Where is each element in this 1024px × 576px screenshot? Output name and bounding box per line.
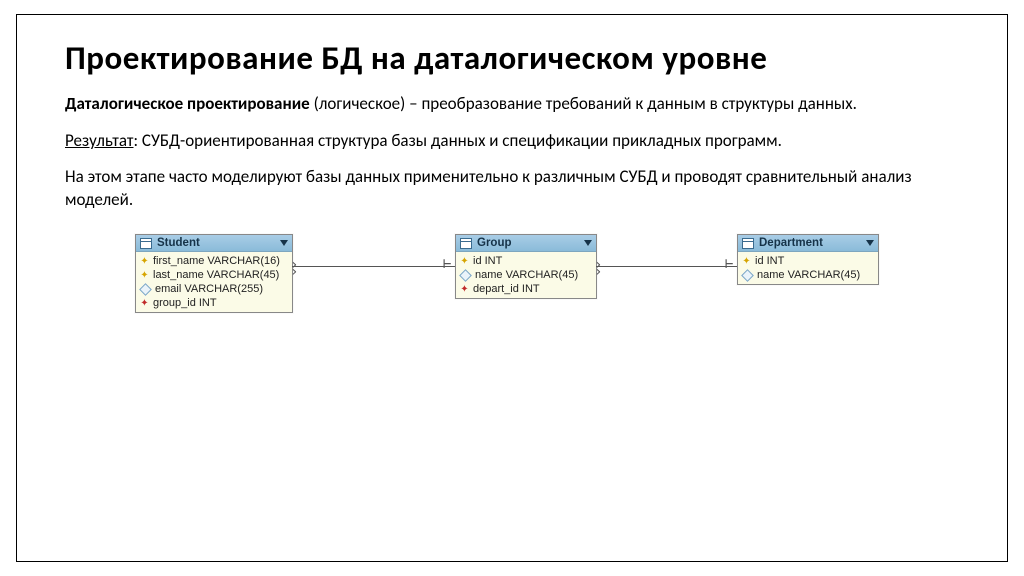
crowfoot-icon: › <box>594 264 602 280</box>
entity-columns: ✦id INT name VARCHAR(45) <box>738 252 878 284</box>
page-title: Проектирование БД на даталогическом уров… <box>65 39 959 79</box>
paragraph-result: Результат: СУБД-ориентированная структур… <box>65 130 959 153</box>
field-icon <box>741 269 754 282</box>
entity-header: Group <box>456 235 596 252</box>
entity-name: Student <box>157 237 200 249</box>
body-text: Даталогическое проектирование (логическо… <box>65 93 959 213</box>
entity-columns: ✦first_name VARCHAR(16) ✦last_name VARCH… <box>136 252 292 312</box>
paragraph-note: На этом этапе часто моделируют базы данн… <box>65 166 959 212</box>
table-icon <box>140 238 152 249</box>
column-row: ✦group_id INT <box>136 296 292 310</box>
relation-line <box>292 266 455 267</box>
key-icon: ✦ <box>140 257 149 266</box>
column-row: ✦id INT <box>456 254 596 268</box>
entity-student: Student ✦first_name VARCHAR(16) ✦last_na… <box>135 234 293 313</box>
fk-icon: ✦ <box>460 285 469 294</box>
table-icon <box>742 238 754 249</box>
term-bold: Даталогическое проектирование <box>65 93 310 114</box>
one-icon: ⊢ <box>725 256 733 272</box>
slide-frame: Проектирование БД на даталогическом уров… <box>16 14 1008 562</box>
crowfoot-icon: › <box>290 264 298 280</box>
key-icon: ✦ <box>140 271 149 280</box>
relation-line <box>596 266 737 267</box>
column-row: ✦id INT <box>738 254 878 268</box>
chevron-down-icon <box>866 240 874 246</box>
entity-group: Group ✦id INT name VARCHAR(45) ✦depart_i… <box>455 234 597 299</box>
field-icon <box>139 283 152 296</box>
one-icon: ⊢ <box>443 256 451 272</box>
column-row: email VARCHAR(255) <box>136 282 292 296</box>
entity-name: Department <box>759 237 823 249</box>
table-icon <box>460 238 472 249</box>
chevron-down-icon <box>584 240 592 246</box>
para2-rest: : СУБД-ориентированная структура базы да… <box>134 130 782 151</box>
result-label: Результат <box>65 130 134 151</box>
entity-department: Department ✦id INT name VARCHAR(45) <box>737 234 879 285</box>
entity-name: Group <box>477 237 512 249</box>
column-row: name VARCHAR(45) <box>456 268 596 282</box>
column-row: ✦last_name VARCHAR(45) <box>136 268 292 282</box>
field-icon <box>459 269 472 282</box>
column-row: name VARCHAR(45) <box>738 268 878 282</box>
chevron-down-icon <box>280 240 288 246</box>
key-icon: ✦ <box>742 257 751 266</box>
entity-header: Student <box>136 235 292 252</box>
entity-columns: ✦id INT name VARCHAR(45) ✦depart_id INT <box>456 252 596 298</box>
entity-header: Department <box>738 235 878 252</box>
paragraph-definition: Даталогическое проектирование (логическо… <box>65 93 959 116</box>
fk-icon: ✦ <box>140 299 149 308</box>
key-icon: ✦ <box>460 257 469 266</box>
para1-rest: (логическое) – преобразование требований… <box>310 93 857 114</box>
column-row: ✦first_name VARCHAR(16) <box>136 254 292 268</box>
column-row: ✦depart_id INT <box>456 282 596 296</box>
er-diagram: Student ✦first_name VARCHAR(16) ✦last_na… <box>65 226 959 396</box>
